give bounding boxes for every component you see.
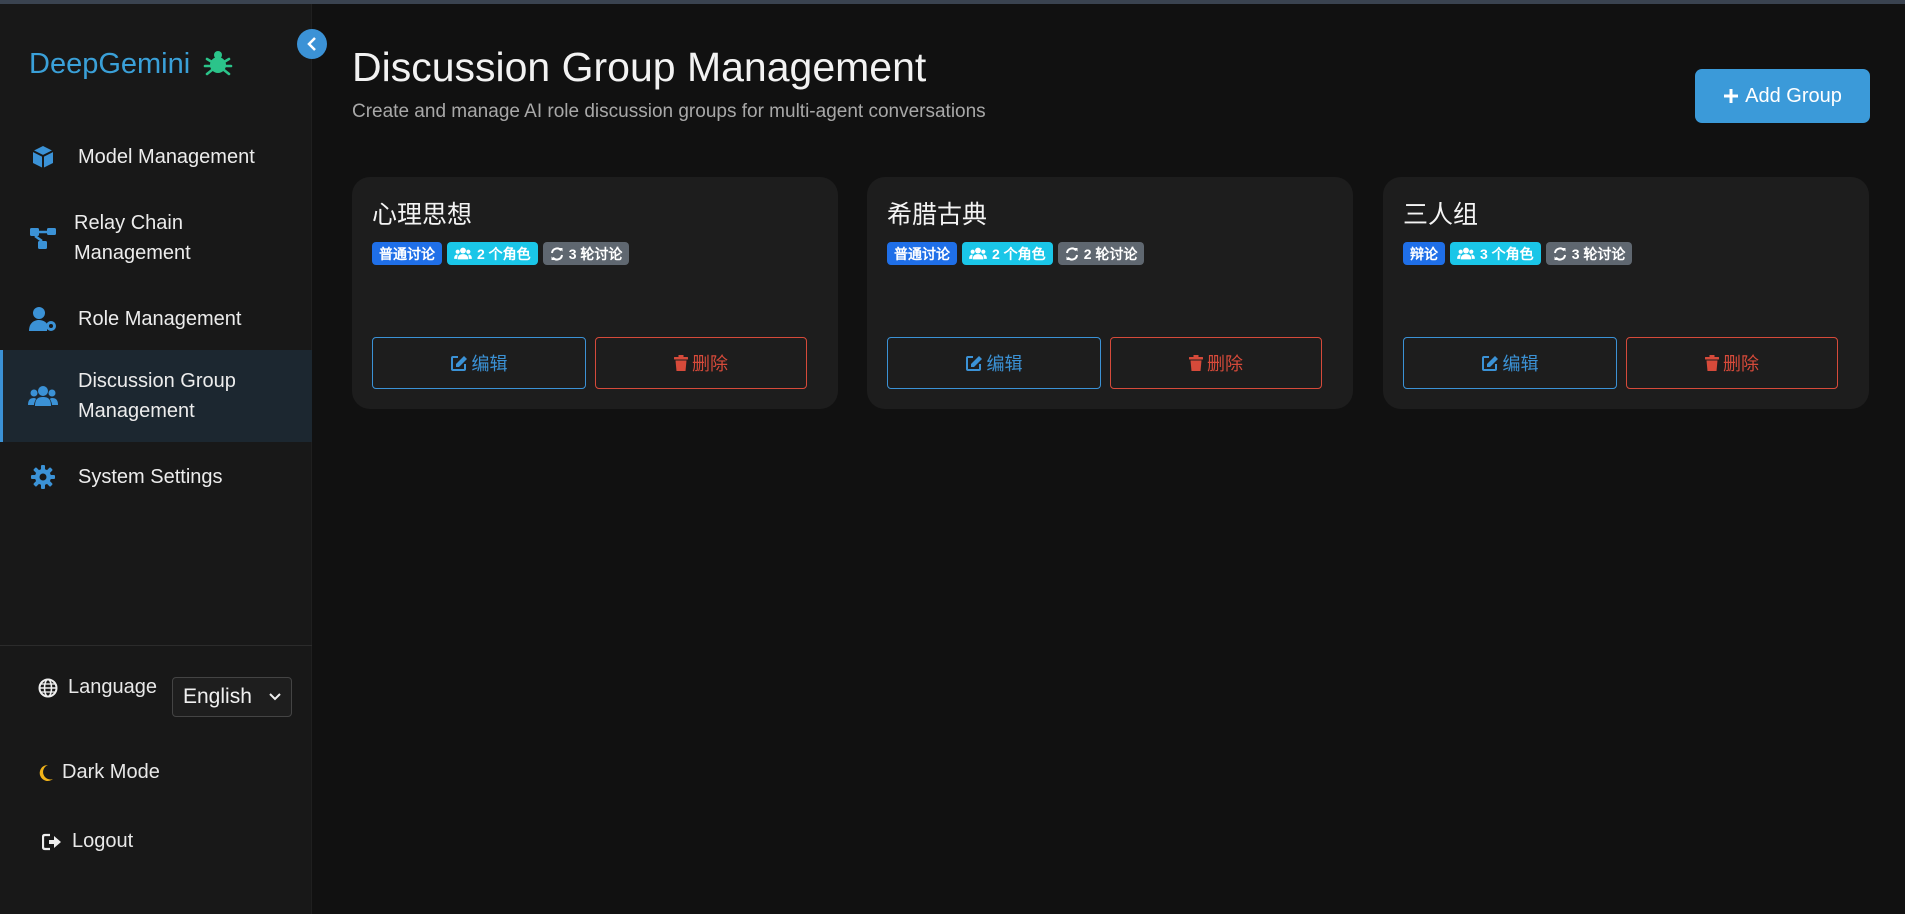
group-badges: 普通讨论 2 个角色 2 轮讨论 (887, 242, 1145, 265)
brand[interactable]: DeepGemini (29, 44, 234, 84)
cube-icon (28, 142, 58, 172)
edit-button[interactable]: 编辑 (372, 337, 586, 389)
sidebar-item-label: Relay Chain Management (74, 212, 191, 264)
app: DeepGemini Model Management Relay Chain … (0, 4, 1905, 914)
sidebar-item-label: Discussion Group Management (78, 370, 236, 422)
sidebar-item-label: Role Management (78, 308, 242, 330)
users-icon (969, 247, 987, 260)
sidebar-item-system-settings[interactable]: System Settings (0, 442, 312, 512)
users-icon (454, 247, 472, 260)
users-icon (1457, 247, 1475, 260)
type-badge: 辩论 (1403, 242, 1445, 265)
chevron-left-icon (307, 37, 316, 51)
page-subtitle: Create and manage AI role discussion gro… (352, 101, 986, 122)
sidebar-divider (0, 645, 312, 646)
sidebar-nav: Model Management Relay Chain Management … (0, 126, 312, 512)
page-title: Discussion Group Management (352, 44, 927, 90)
edit-button[interactable]: 编辑 (1403, 337, 1617, 389)
gear-icon (28, 462, 58, 492)
language-value: English (183, 685, 252, 708)
edit-icon (965, 356, 982, 371)
rounds-badge: 3 轮讨论 (542, 242, 630, 265)
sidebar-item-role-management[interactable]: Role Management (0, 288, 312, 350)
moon-icon (39, 764, 53, 781)
main-content: Discussion Group Management Create and m… (312, 4, 1905, 914)
add-group-button[interactable]: Add Group (1695, 69, 1870, 123)
logout-label: Logout (72, 830, 134, 852)
sidebar: DeepGemini Model Management Relay Chain … (0, 4, 312, 914)
globe-icon (38, 678, 58, 697)
bug-logo-icon (203, 51, 233, 76)
rounds-badge: 3 轮讨论 (1545, 242, 1633, 265)
trash-icon (1189, 355, 1203, 371)
group-card: 三人组 辩论 3 个角色 3 轮讨论 编辑 删除 (1383, 177, 1869, 409)
logout-button[interactable]: Logout (42, 830, 133, 853)
group-badges: 辩论 3 个角色 3 轮讨论 (1403, 242, 1633, 265)
sync-icon (1553, 246, 1566, 261)
dark-mode-label: Dark Mode (62, 761, 160, 783)
sidebar-item-discussion-group-management[interactable]: Discussion Group Management (0, 350, 312, 442)
roles-badge: 2 个角色 (447, 242, 538, 265)
type-badge: 普通讨论 (887, 242, 957, 265)
group-card: 心理思想 普通讨论 2 个角色 3 轮讨论 编辑 删除 (352, 177, 838, 409)
sitemap-icon (28, 223, 58, 253)
chevron-down-icon (269, 693, 281, 701)
delete-button[interactable]: 删除 (1110, 337, 1322, 389)
plus-icon (1724, 89, 1739, 103)
group-badges: 普通讨论 2 个角色 3 轮讨论 (372, 242, 630, 265)
brand-name: DeepGemini (29, 47, 191, 80)
sync-icon (550, 246, 563, 261)
delete-button[interactable]: 删除 (1626, 337, 1838, 389)
type-badge: 普通讨论 (372, 242, 442, 265)
group-name: 希腊古典 (887, 201, 988, 229)
sync-icon (1065, 246, 1078, 261)
users-icon (28, 381, 58, 411)
rounds-badge: 2 轮讨论 (1057, 242, 1145, 265)
language-select[interactable]: English (172, 677, 292, 717)
user-cog-icon (28, 304, 58, 334)
group-name: 三人组 (1403, 201, 1479, 229)
group-card: 希腊古典 普通讨论 2 个角色 2 轮讨论 编辑 删除 (867, 177, 1353, 409)
sidebar-item-model-management[interactable]: Model Management (0, 126, 312, 188)
language-row: Language (38, 676, 157, 699)
sidebar-item-relay-chain-management[interactable]: Relay Chain Management (0, 188, 312, 288)
trash-icon (674, 355, 688, 371)
sidebar-item-label: System Settings (78, 466, 223, 488)
sidebar-item-label: Model Management (78, 146, 255, 168)
sign-out-icon (42, 833, 61, 850)
sidebar-collapse-button[interactable] (297, 29, 327, 59)
roles-badge: 3 个角色 (1450, 242, 1541, 265)
edit-icon (1481, 356, 1498, 371)
group-name: 心理思想 (372, 201, 473, 229)
roles-badge: 2 个角色 (962, 242, 1053, 265)
add-group-label: Add Group (1745, 84, 1842, 107)
delete-button[interactable]: 删除 (595, 337, 807, 389)
language-label: Language (68, 676, 157, 698)
trash-icon (1705, 355, 1719, 371)
edit-icon (450, 356, 467, 371)
edit-button[interactable]: 编辑 (887, 337, 1101, 389)
dark-mode-toggle[interactable]: Dark Mode (38, 761, 160, 784)
